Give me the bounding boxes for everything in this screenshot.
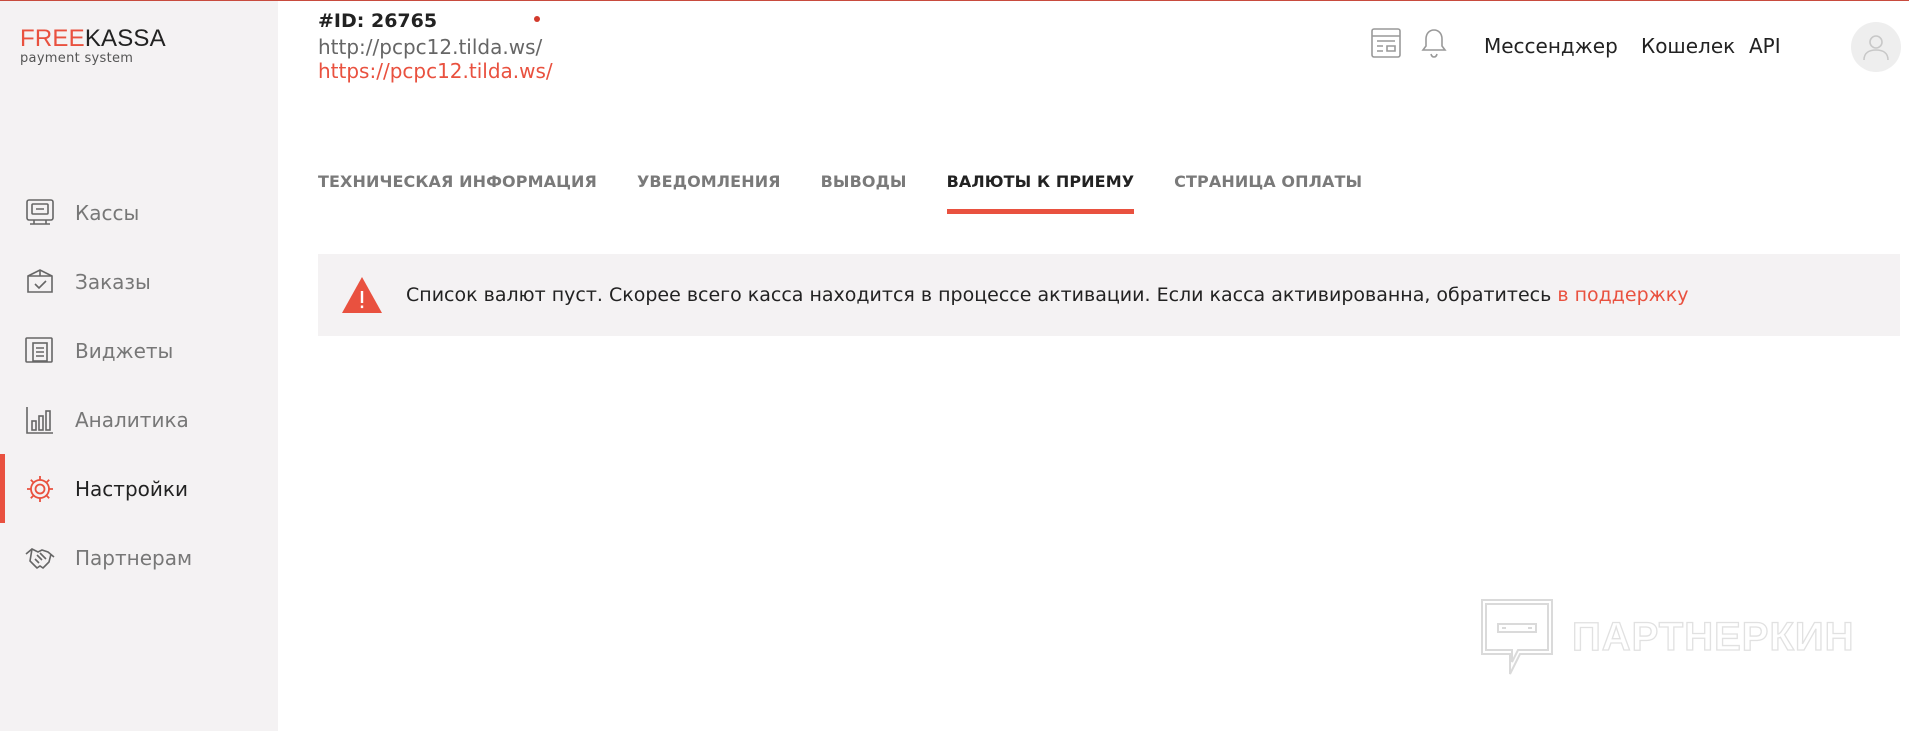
sidebar-item-orders[interactable]: Заказы xyxy=(0,247,278,316)
tab-withdrawals[interactable]: ВЫВОДЫ xyxy=(821,172,907,216)
tab-accepted-currencies[interactable]: ВАЛЮТЫ К ПРИЕМУ xyxy=(946,172,1135,216)
cash-id: #ID: 26765 xyxy=(318,10,438,32)
sidebar-item-partners[interactable]: Партнерам xyxy=(0,523,278,592)
wallet-link[interactable]: Кошелек xyxy=(1641,34,1735,58)
site-url-http: http://pcpc12.tilda.ws/ xyxy=(318,35,543,59)
top-accent-line xyxy=(0,0,1909,1)
layout-icon[interactable] xyxy=(1369,26,1403,60)
tab-notifications[interactable]: УВЕДОМЛЕНИЯ xyxy=(637,172,781,216)
handshake-icon xyxy=(24,542,56,574)
logo-wordmark: FREEKASSA xyxy=(20,26,166,52)
freekassa-logo[interactable]: FREEKASSA payment system xyxy=(20,26,166,66)
sidebar-item-settings[interactable]: Настройки xyxy=(0,454,278,523)
sidebar-nav: Кассы Заказы Виджеты Аналитика Настройки… xyxy=(0,178,278,592)
bell-icon[interactable] xyxy=(1417,26,1451,60)
alert-message: Список валют пуст. Скорее всего касса на… xyxy=(406,284,1688,306)
empty-currency-alert: Список валют пуст. Скорее всего касса на… xyxy=(318,254,1900,336)
gear-icon xyxy=(24,473,56,505)
watermark-text: ПАРТНЕРКИН xyxy=(1571,614,1855,659)
partnerkin-watermark: ПАРТНЕРКИН xyxy=(1478,596,1855,678)
order-box-icon xyxy=(24,266,56,298)
sidebar-item-label: Настройки xyxy=(75,476,188,501)
widgets-icon xyxy=(24,335,56,367)
status-dot xyxy=(534,16,540,22)
sidebar-item-label: Аналитика xyxy=(75,407,189,432)
avatar[interactable] xyxy=(1851,22,1901,72)
sidebar-item-label: Заказы xyxy=(75,269,151,294)
tab-payment-page[interactable]: СТРАНИЦА ОПЛАТЫ xyxy=(1174,172,1362,216)
sidebar-item-widgets[interactable]: Виджеты xyxy=(0,316,278,385)
site-url-https[interactable]: https://pcpc12.tilda.ws/ xyxy=(318,59,553,83)
settings-tabs: ТЕХНИЧЕСКАЯ ИНФОРМАЦИЯ УВЕДОМЛЕНИЯ ВЫВОД… xyxy=(318,172,1402,216)
sidebar-item-label: Партнерам xyxy=(75,545,193,570)
sidebar-item-label: Виджеты xyxy=(75,338,174,363)
cash-register-icon xyxy=(24,197,56,229)
alert-text: Список валют пуст. Скорее всего касса на… xyxy=(406,284,1558,306)
logo-wordmark-free: FREE xyxy=(20,25,85,52)
logo-tagline: payment system xyxy=(20,51,134,66)
analytics-chart-icon xyxy=(24,404,56,436)
sidebar: FREEKASSA payment system Кассы Заказы Ви… xyxy=(0,1,278,731)
partnerkin-logo-icon xyxy=(1478,596,1556,678)
header-toolbar: Мессенджер Кошелек API xyxy=(1349,22,1909,72)
api-link[interactable]: API xyxy=(1749,34,1781,58)
sidebar-item-cash[interactable]: Кассы xyxy=(0,178,278,247)
support-link[interactable]: в поддержку xyxy=(1557,284,1688,306)
logo-wordmark-kassa: KASSA xyxy=(84,25,166,52)
user-icon xyxy=(1863,35,1889,61)
tab-technical-info[interactable]: ТЕХНИЧЕСКАЯ ИНФОРМАЦИЯ xyxy=(318,172,597,216)
warning-icon xyxy=(340,275,384,315)
messenger-link[interactable]: Мессенджер xyxy=(1484,34,1618,58)
sidebar-item-analytics[interactable]: Аналитика xyxy=(0,385,278,454)
sidebar-item-label: Кассы xyxy=(75,200,140,225)
